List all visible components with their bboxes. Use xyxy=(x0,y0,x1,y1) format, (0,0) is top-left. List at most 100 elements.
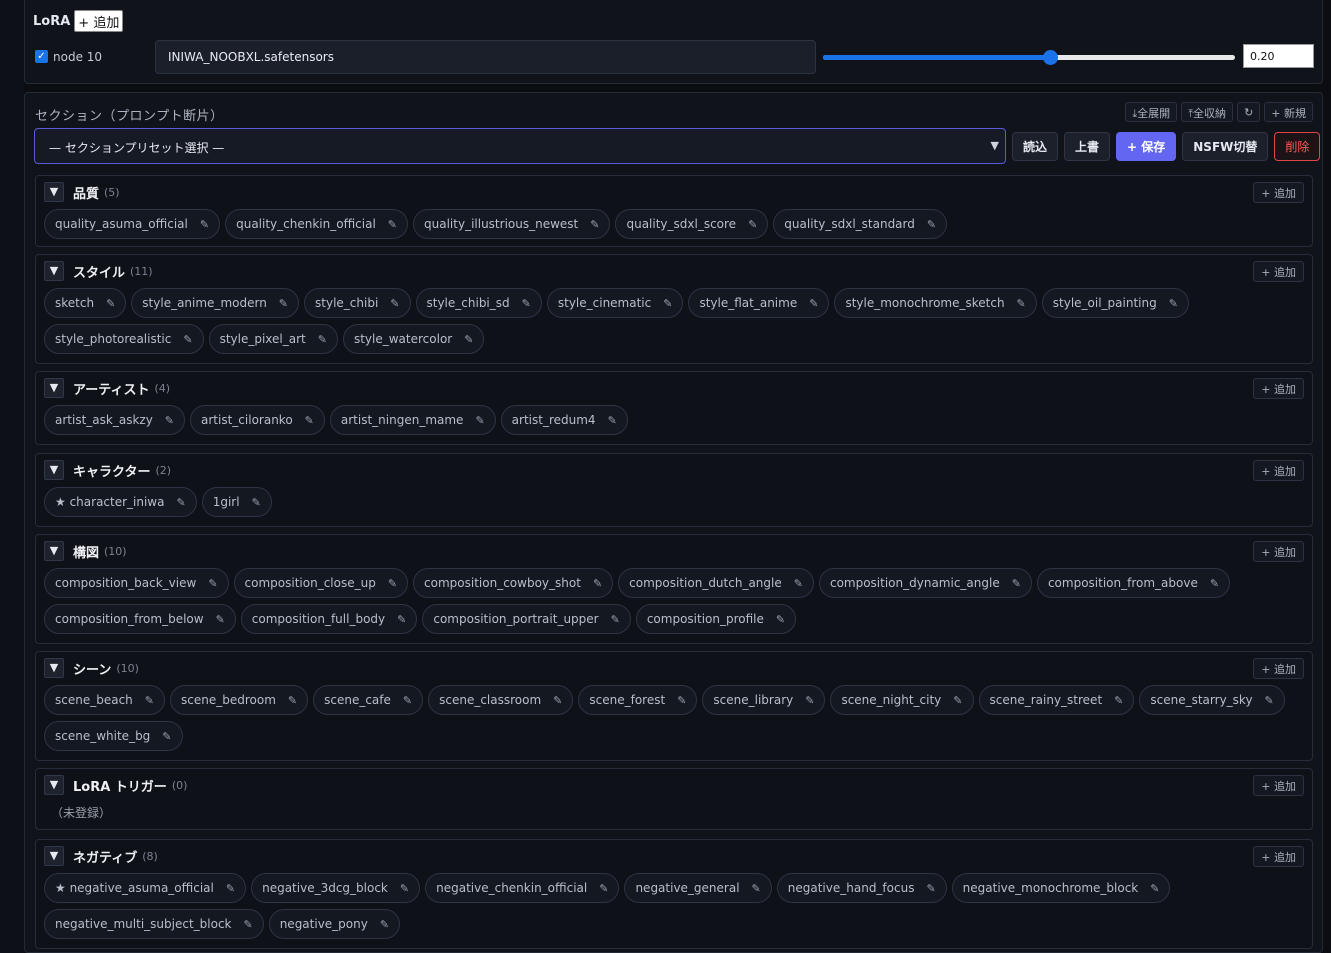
edit-pencil-icon[interactable]: ✎ xyxy=(611,613,620,626)
edit-pencil-icon[interactable]: ✎ xyxy=(288,694,297,707)
collapse-toggle-icon[interactable]: ▼ xyxy=(44,846,64,866)
edit-pencil-icon[interactable]: ✎ xyxy=(593,577,602,590)
tag-chip[interactable]: composition_from_above ✎ xyxy=(1036,568,1231,598)
tag-chip[interactable]: artist_ningen_mame ✎ xyxy=(329,405,496,435)
edit-pencil-icon[interactable]: ✎ xyxy=(388,577,397,590)
tag-chip[interactable]: composition_profile ✎ xyxy=(635,604,797,634)
lora-weight-slider[interactable] xyxy=(823,50,1235,65)
edit-pencil-icon[interactable]: ✎ xyxy=(145,694,154,707)
edit-pencil-icon[interactable]: ✎ xyxy=(794,577,803,590)
edit-pencil-icon[interactable]: ✎ xyxy=(397,613,406,626)
tag-chip[interactable]: scene_beach ✎ xyxy=(44,685,165,715)
tag-chip[interactable]: style_anime_modern ✎ xyxy=(131,288,300,318)
tag-chip[interactable]: style_pixel_art ✎ xyxy=(208,324,338,354)
tag-chip[interactable]: quality_sdxl_score ✎ xyxy=(615,209,769,239)
tag-chip[interactable]: sketch ✎ xyxy=(44,288,127,318)
edit-pencil-icon[interactable]: ✎ xyxy=(216,613,225,626)
edit-pencil-icon[interactable]: ✎ xyxy=(927,218,936,231)
overwrite-button[interactable]: 上書 xyxy=(1064,132,1111,161)
edit-pencil-icon[interactable]: ✎ xyxy=(1150,882,1159,895)
edit-pencil-icon[interactable]: ✎ xyxy=(165,414,174,427)
tag-chip[interactable]: style_watercolor ✎ xyxy=(342,324,485,354)
edit-pencil-icon[interactable]: ✎ xyxy=(106,297,115,310)
tag-chip[interactable]: negative_general ✎ xyxy=(624,873,772,903)
tag-chip[interactable]: style_cinematic ✎ xyxy=(546,288,684,318)
edit-pencil-icon[interactable]: ✎ xyxy=(1017,297,1026,310)
node-enable-checkbox[interactable]: ✓ xyxy=(35,50,48,63)
tag-chip[interactable]: scene_night_city ✎ xyxy=(830,685,974,715)
tag-chip[interactable]: negative_pony ✎ xyxy=(268,909,401,939)
edit-pencil-icon[interactable]: ✎ xyxy=(403,694,412,707)
collapse-toggle-icon[interactable]: ▼ xyxy=(44,658,64,678)
lora-weight-input[interactable] xyxy=(1243,44,1314,68)
tag-chip[interactable]: composition_portrait_upper ✎ xyxy=(422,604,631,634)
category-add-button[interactable]: + 追加 xyxy=(1253,658,1304,679)
tag-chip[interactable]: negative_multi_subject_block ✎ xyxy=(44,909,264,939)
edit-pencil-icon[interactable]: ✎ xyxy=(243,918,252,931)
edit-pencil-icon[interactable]: ✎ xyxy=(176,496,185,509)
tag-chip[interactable]: composition_close_up ✎ xyxy=(233,568,409,598)
tag-chip[interactable]: scene_library ✎ xyxy=(702,685,826,715)
tag-chip[interactable]: composition_from_below ✎ xyxy=(44,604,236,634)
edit-pencil-icon[interactable]: ✎ xyxy=(599,882,608,895)
category-add-button[interactable]: + 追加 xyxy=(1253,541,1304,562)
tag-chip[interactable]: negative_3dcg_block ✎ xyxy=(251,873,421,903)
tag-chip[interactable]: scene_cafe ✎ xyxy=(313,685,424,715)
tag-chip[interactable]: scene_bedroom ✎ xyxy=(170,685,309,715)
edit-pencil-icon[interactable]: ✎ xyxy=(752,882,761,895)
collapse-toggle-icon[interactable]: ▼ xyxy=(44,261,64,281)
category-add-button[interactable]: + 追加 xyxy=(1253,775,1304,796)
collapse-toggle-icon[interactable]: ▼ xyxy=(44,182,64,202)
edit-pencil-icon[interactable]: ✎ xyxy=(953,694,962,707)
tag-chip[interactable]: quality_illustrious_newest ✎ xyxy=(413,209,611,239)
expand-all-button[interactable]: ⤓全展開 xyxy=(1125,102,1178,122)
edit-pencil-icon[interactable]: ✎ xyxy=(590,218,599,231)
tag-chip[interactable]: artist_redum4 ✎ xyxy=(500,405,628,435)
tag-chip[interactable]: style_chibi_sd ✎ xyxy=(415,288,542,318)
save-button[interactable]: + 保存 xyxy=(1116,132,1177,161)
tag-chip[interactable]: negative_hand_focus ✎ xyxy=(776,873,947,903)
tag-chip[interactable]: scene_forest ✎ xyxy=(578,685,698,715)
tag-chip[interactable]: composition_dynamic_angle ✎ xyxy=(818,568,1032,598)
tag-chip[interactable]: style_photorealistic ✎ xyxy=(44,324,204,354)
collapse-toggle-icon[interactable]: ▼ xyxy=(44,460,64,480)
tag-chip[interactable]: ★ negative_asuma_official ✎ xyxy=(44,873,247,903)
collapse-toggle-icon[interactable]: ▼ xyxy=(44,378,64,398)
edit-pencil-icon[interactable]: ✎ xyxy=(305,414,314,427)
edit-pencil-icon[interactable]: ✎ xyxy=(522,297,531,310)
tag-chip[interactable]: negative_monochrome_block ✎ xyxy=(951,873,1171,903)
edit-pencil-icon[interactable]: ✎ xyxy=(677,694,686,707)
collapse-all-button[interactable]: ⤒全収納 xyxy=(1181,102,1234,122)
refresh-button[interactable]: ↻ xyxy=(1237,102,1261,122)
nsfw-toggle-button[interactable]: NSFW切替 xyxy=(1182,132,1269,161)
category-add-button[interactable]: + 追加 xyxy=(1253,378,1304,399)
category-add-button[interactable]: + 追加 xyxy=(1253,182,1304,203)
tag-chip[interactable]: scene_starry_sky ✎ xyxy=(1139,685,1285,715)
lora-file-select[interactable]: INIWA_NOOBXL.safetensors xyxy=(155,40,816,74)
tag-chip[interactable]: quality_asuma_official ✎ xyxy=(44,209,221,239)
tag-chip[interactable]: composition_cowboy_shot ✎ xyxy=(413,568,614,598)
edit-pencil-icon[interactable]: ✎ xyxy=(1012,577,1021,590)
tag-chip[interactable]: composition_full_body ✎ xyxy=(240,604,418,634)
edit-pencil-icon[interactable]: ✎ xyxy=(279,297,288,310)
new-section-button[interactable]: + 新規 xyxy=(1264,102,1313,122)
edit-pencil-icon[interactable]: ✎ xyxy=(162,730,171,743)
edit-pencil-icon[interactable]: ✎ xyxy=(809,297,818,310)
category-add-button[interactable]: + 追加 xyxy=(1253,261,1304,282)
tag-chip[interactable]: 1girl ✎ xyxy=(201,487,272,517)
edit-pencil-icon[interactable]: ✎ xyxy=(1169,297,1178,310)
edit-pencil-icon[interactable]: ✎ xyxy=(183,333,192,346)
lora-add-button[interactable]: + 追加 xyxy=(74,10,124,32)
tag-chip[interactable]: scene_classroom ✎ xyxy=(428,685,574,715)
edit-pencil-icon[interactable]: ✎ xyxy=(926,882,935,895)
delete-button[interactable]: 削除 xyxy=(1274,132,1321,161)
edit-pencil-icon[interactable]: ✎ xyxy=(748,218,757,231)
edit-pencil-icon[interactable]: ✎ xyxy=(318,333,327,346)
tag-chip[interactable]: scene_white_bg ✎ xyxy=(44,721,183,751)
edit-pencil-icon[interactable]: ✎ xyxy=(608,414,617,427)
edit-pencil-icon[interactable]: ✎ xyxy=(390,297,399,310)
edit-pencil-icon[interactable]: ✎ xyxy=(1210,577,1219,590)
tag-chip[interactable]: style_chibi ✎ xyxy=(304,288,411,318)
tag-chip[interactable]: style_oil_painting ✎ xyxy=(1041,288,1189,318)
edit-pencil-icon[interactable]: ✎ xyxy=(388,218,397,231)
